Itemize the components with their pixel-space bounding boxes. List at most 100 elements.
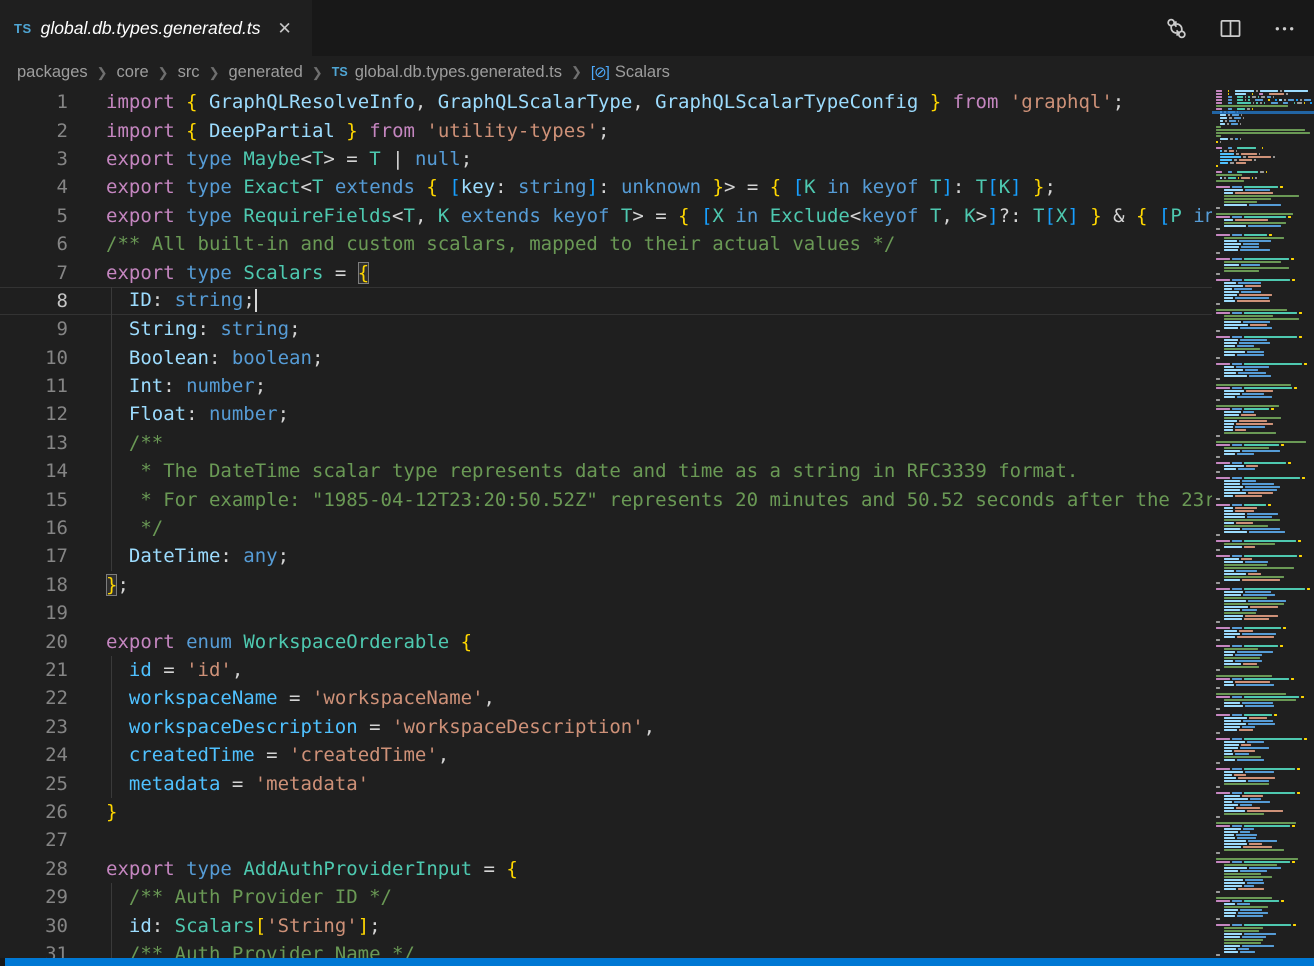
code-line[interactable]: 2import { DeepPartial } from 'utility-ty… — [0, 116, 1212, 144]
minimap-line — [1216, 300, 1312, 302]
code-line[interactable]: 25 metadata = 'metadata' — [0, 769, 1212, 797]
minimap-line — [1216, 369, 1312, 371]
breadcrumb-item-generated[interactable]: generated — [228, 63, 302, 82]
line-number[interactable]: 8 — [0, 290, 68, 312]
line-number[interactable]: 22 — [0, 687, 68, 709]
minimap-line — [1216, 345, 1312, 347]
line-number[interactable]: 4 — [0, 176, 68, 198]
tab-global-db-types[interactable]: TS global.db.types.generated.ts ✕ — [0, 0, 312, 56]
line-number[interactable]: 2 — [0, 120, 68, 142]
breadcrumb-symbol[interactable]: [⊘] Scalars — [591, 63, 670, 82]
code-line[interactable]: 13 /** — [0, 429, 1212, 457]
code-line[interactable]: 1import { GraphQLResolveInfo, GraphQLSca… — [0, 88, 1212, 116]
line-number[interactable]: 27 — [0, 829, 68, 851]
line-number[interactable]: 20 — [0, 631, 68, 653]
more-actions-icon[interactable] — [1272, 16, 1296, 40]
code-line[interactable]: 31 /** Auth Provider Name */ — [0, 940, 1212, 958]
code-line[interactable]: 19 — [0, 599, 1212, 627]
code-line[interactable]: 9 String: string; — [0, 315, 1212, 343]
minimap-line — [1216, 306, 1312, 308]
git-compare-icon[interactable] — [1164, 16, 1188, 40]
code-text: workspaceDescription = 'workspaceDescrip… — [106, 716, 655, 738]
code-line[interactable]: 7export type Scalars = { — [0, 258, 1212, 286]
code-line[interactable]: 21 id = 'id', — [0, 656, 1212, 684]
line-number[interactable]: 1 — [0, 91, 68, 113]
line-number[interactable]: 29 — [0, 886, 68, 908]
minimap-line — [1216, 99, 1312, 101]
line-number[interactable]: 31 — [0, 943, 68, 958]
code-line[interactable]: 28 export type AddAuthProviderInput = { — [0, 855, 1212, 883]
breadcrumb-item-packages[interactable]: packages — [17, 63, 88, 82]
code-line[interactable]: 30 id: Scalars['String']; — [0, 911, 1212, 939]
code-line[interactable]: 29 /** Auth Provider ID */ — [0, 883, 1212, 911]
code-text: export type AddAuthProviderInput = { — [106, 858, 518, 880]
line-number[interactable]: 14 — [0, 460, 68, 482]
minimap-line — [1216, 297, 1312, 299]
code-line[interactable]: 5export type RequireFields<T, K extends … — [0, 202, 1212, 230]
code-line[interactable]: 20export enum WorkspaceOrderable { — [0, 627, 1212, 655]
code-line[interactable]: 26} — [0, 798, 1212, 826]
minimap-line — [1216, 414, 1312, 416]
code-line[interactable]: 15 * For example: "1985-04-12T23:20:50.5… — [0, 485, 1212, 513]
line-number[interactable]: 23 — [0, 716, 68, 738]
line-number[interactable]: 9 — [0, 318, 68, 340]
minimap-line — [1216, 831, 1312, 833]
line-number[interactable]: 19 — [0, 602, 68, 624]
line-number[interactable]: 28 — [0, 858, 68, 880]
status-bar[interactable] — [5, 958, 1314, 966]
code-line[interactable]: 22 workspaceName = 'workspaceName', — [0, 684, 1212, 712]
line-number[interactable]: 10 — [0, 347, 68, 369]
minimap-line — [1216, 669, 1312, 671]
line-number[interactable]: 26 — [0, 801, 68, 823]
code-line[interactable]: 18}; — [0, 571, 1212, 599]
line-number[interactable]: 12 — [0, 403, 68, 425]
code-line[interactable]: 24 createdTime = 'createdTime', — [0, 741, 1212, 769]
code-editor[interactable]: 1import { GraphQLResolveInfo, GraphQLSca… — [0, 88, 1314, 958]
code-lines: 1import { GraphQLResolveInfo, GraphQLSca… — [0, 88, 1212, 958]
minimap-line — [1216, 675, 1312, 677]
line-number[interactable]: 5 — [0, 205, 68, 227]
code-line[interactable]: 11 Int: number; — [0, 372, 1212, 400]
line-number[interactable]: 21 — [0, 659, 68, 681]
code-line[interactable]: 10 Boolean: boolean; — [0, 344, 1212, 372]
code-text: /** — [106, 432, 163, 454]
line-number[interactable]: 6 — [0, 233, 68, 255]
minimap-line — [1216, 438, 1312, 440]
code-line[interactable]: 23 workspaceDescription = 'workspaceDesc… — [0, 713, 1212, 741]
code-line[interactable]: 6/** All built-in and custom scalars, ma… — [0, 230, 1212, 258]
minimap-line — [1216, 492, 1312, 494]
line-number[interactable]: 11 — [0, 375, 68, 397]
code-line[interactable]: 16 */ — [0, 514, 1212, 542]
breadcrumb-item-src[interactable]: src — [178, 63, 200, 82]
minimap-line — [1216, 903, 1312, 905]
minimap[interactable] — [1212, 88, 1314, 958]
breadcrumb-file[interactable]: TS global.db.types.generated.ts — [332, 63, 562, 82]
code-line[interactable]: 12 Float: number; — [0, 400, 1212, 428]
line-number[interactable]: 25 — [0, 773, 68, 795]
minimap-line — [1216, 834, 1312, 836]
code-line[interactable]: 8 ID: string; — [0, 287, 1212, 315]
line-number[interactable]: 7 — [0, 262, 68, 284]
line-number[interactable]: 17 — [0, 545, 68, 567]
minimap-line — [1216, 879, 1312, 881]
line-number[interactable]: 18 — [0, 574, 68, 596]
minimap-line — [1216, 165, 1312, 167]
line-number[interactable]: 16 — [0, 517, 68, 539]
symbol-type-icon: [⊘] — [591, 63, 609, 81]
line-number[interactable]: 30 — [0, 915, 68, 937]
minimap-line — [1216, 582, 1312, 584]
line-number[interactable]: 13 — [0, 432, 68, 454]
code-line[interactable]: 17 DateTime: any; — [0, 542, 1212, 570]
code-line[interactable]: 27 — [0, 826, 1212, 854]
line-number[interactable]: 24 — [0, 744, 68, 766]
line-number[interactable]: 15 — [0, 489, 68, 511]
breadcrumb-item-core[interactable]: core — [117, 63, 149, 82]
minimap-line — [1216, 384, 1312, 386]
split-editor-icon[interactable] — [1218, 16, 1242, 40]
line-number[interactable]: 3 — [0, 148, 68, 170]
minimap-line — [1216, 138, 1312, 140]
code-line[interactable]: 14 * The DateTime scalar type represents… — [0, 457, 1212, 485]
code-line[interactable]: 3export type Maybe<T> = T | null; — [0, 145, 1212, 173]
code-line[interactable]: 4export type Exact<T extends { [key: str… — [0, 173, 1212, 201]
close-tab-icon[interactable]: ✕ — [275, 18, 295, 39]
